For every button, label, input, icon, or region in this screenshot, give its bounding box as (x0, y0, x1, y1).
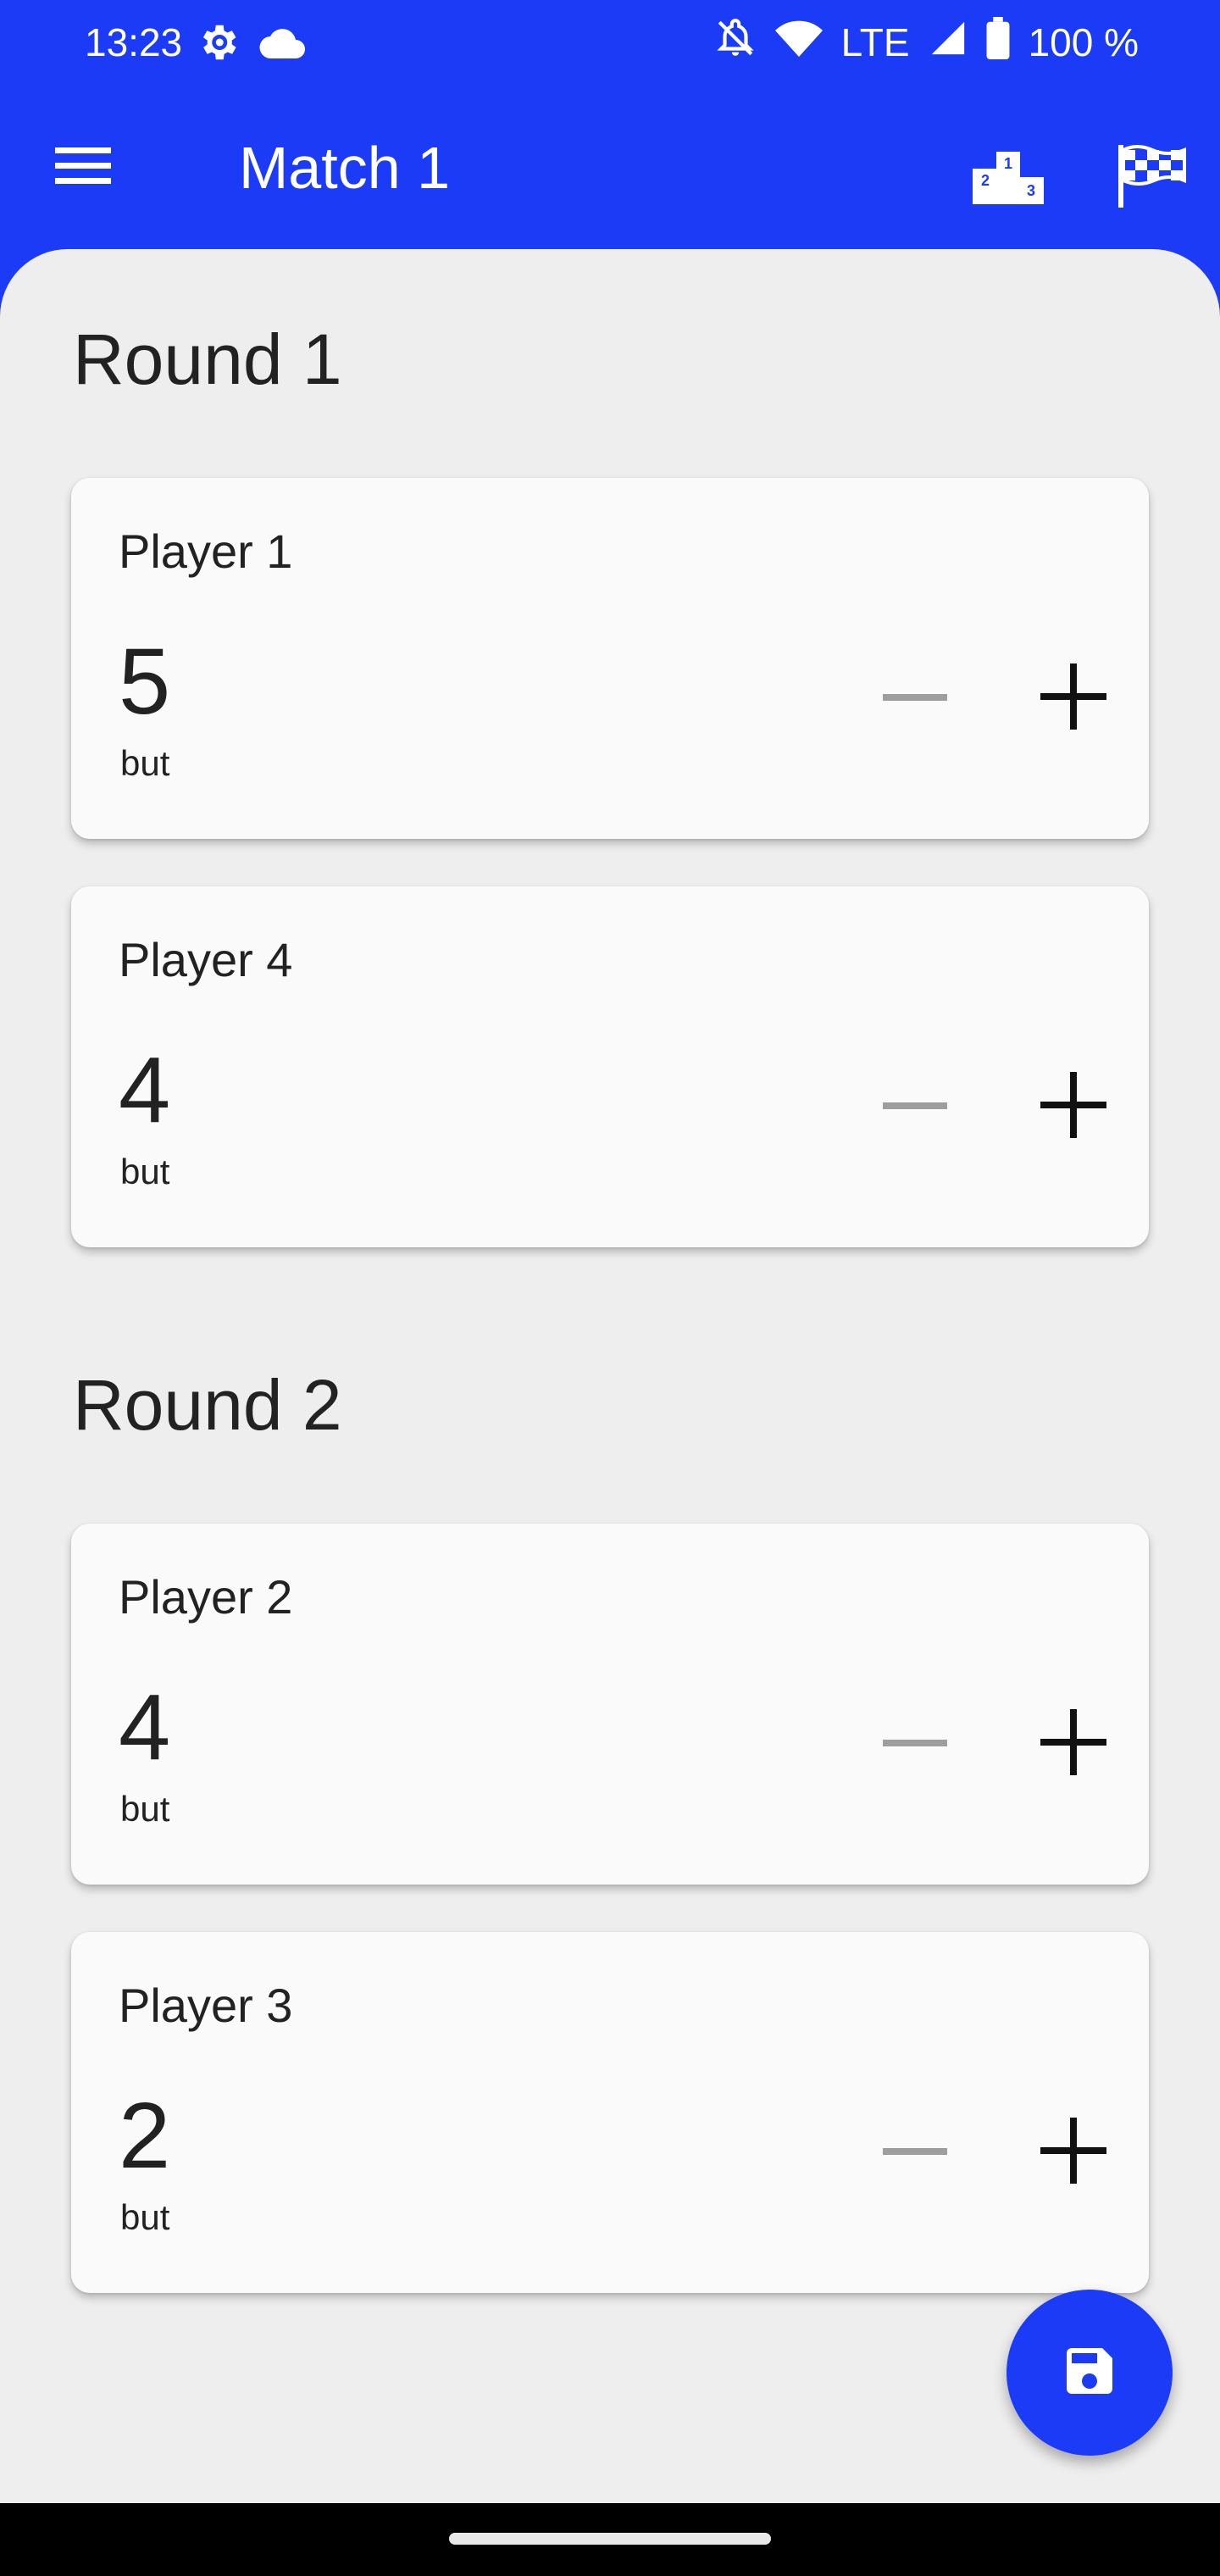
signal-icon (929, 19, 968, 67)
leaderboard-button[interactable]: 1 2 3 (962, 136, 1055, 220)
app-bar: Match 1 1 2 3 (0, 85, 1220, 250)
content-sheet: Round 1 Player 1 5 but Player 4 4 but Ro… (0, 249, 1220, 2503)
score-unit: but (120, 743, 170, 783)
finish-match-button[interactable] (1101, 131, 1203, 225)
increment-button[interactable] (1027, 656, 1120, 741)
network-type: LTE (840, 20, 910, 64)
podium-label-third: 3 (1027, 182, 1035, 199)
player-score: 5 (119, 630, 171, 734)
plus-icon (1040, 1071, 1106, 1142)
battery-icon (986, 16, 1010, 69)
player-name: Player 1 (119, 525, 293, 578)
decrement-button[interactable] (873, 656, 957, 741)
status-time: 13:23 (85, 20, 183, 64)
minus-icon (883, 691, 947, 706)
player-name: Player 2 (119, 1570, 293, 1624)
minus-icon (883, 1099, 947, 1114)
round-title: Round 2 (73, 1365, 342, 1445)
system-navigation-bar (0, 2503, 1220, 2576)
player-score: 4 (119, 1038, 171, 1142)
settings-gear-icon (195, 19, 241, 66)
cloud-icon (258, 19, 306, 66)
battery-percent: 100 % (1028, 20, 1139, 64)
home-gesture-handle[interactable] (449, 2533, 771, 2545)
increment-button[interactable] (1027, 1702, 1120, 1786)
wifi-icon (774, 19, 823, 67)
plus-icon (1040, 663, 1106, 734)
increment-button[interactable] (1027, 2110, 1120, 2195)
player-score-card: Player 1 5 but (71, 478, 1149, 839)
plus-icon (1040, 2117, 1106, 2188)
notifications-off-icon (714, 17, 757, 69)
status-bar: 13:23 LTE 100 % (0, 0, 1220, 85)
decrement-button[interactable] (873, 1064, 957, 1149)
menu-button[interactable] (41, 125, 125, 210)
decrement-button[interactable] (873, 2110, 957, 2195)
save-icon (1059, 2340, 1120, 2406)
score-unit: but (120, 1152, 170, 1191)
checkered-flag-icon (1117, 143, 1188, 214)
player-name: Player 4 (119, 933, 293, 986)
increment-button[interactable] (1027, 1064, 1120, 1149)
round-title: Round 1 (73, 319, 342, 399)
minus-icon (883, 2145, 947, 2160)
player-score: 2 (119, 2084, 171, 2188)
player-score-card: Player 3 2 but (71, 1932, 1149, 2293)
player-score-card: Player 2 4 but (71, 1524, 1149, 1885)
score-unit: but (120, 1789, 170, 1829)
decrement-button[interactable] (873, 1702, 957, 1786)
score-unit: but (120, 2197, 170, 2237)
podium-label-first: 1 (1004, 155, 1012, 172)
menu-icon (55, 146, 111, 191)
status-right-cluster: LTE 100 % (714, 16, 1139, 69)
plus-icon (1040, 1708, 1106, 1779)
minus-icon (883, 1736, 947, 1752)
podium-icon: 1 2 3 (973, 148, 1044, 208)
app-title: Match 1 (239, 135, 450, 201)
podium-label-second: 2 (981, 172, 990, 189)
player-name: Player 3 (119, 1979, 293, 2032)
player-score-card: Player 4 4 but (71, 886, 1149, 1247)
save-fab-button[interactable] (1006, 2290, 1173, 2456)
player-score: 4 (119, 1675, 171, 1779)
